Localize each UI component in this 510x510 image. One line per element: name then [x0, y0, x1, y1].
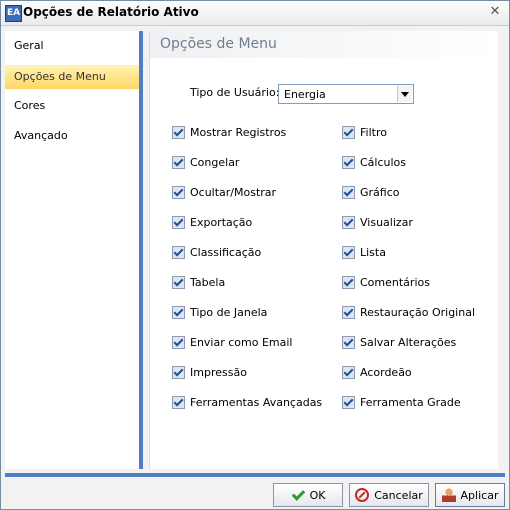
option-label: Visualizar: [360, 215, 413, 229]
sidebar-item-avancado[interactable]: Avançado: [5, 124, 139, 148]
option-calculos[interactable]: Cálculos: [342, 154, 406, 170]
checkbox[interactable]: [172, 335, 185, 349]
option-label: Lista: [360, 245, 386, 259]
no-entry-icon: [355, 488, 370, 502]
option-comentarios[interactable]: Comentários: [342, 274, 430, 290]
option-label: Salvar Alterações: [360, 335, 457, 349]
option-label: Congelar: [190, 155, 240, 169]
checkbox[interactable]: [342, 215, 355, 229]
option-label: Comentários: [360, 275, 430, 289]
option-restauracao-original[interactable]: Restauração Original: [342, 304, 475, 320]
apply-button-label: Aplicar: [460, 488, 499, 502]
option-label: Tipo de Janela: [190, 305, 268, 319]
option-visualizar[interactable]: Visualizar: [342, 214, 413, 230]
sidebar-item-cores[interactable]: Cores: [5, 94, 139, 118]
option-classificacao[interactable]: Classificação: [172, 244, 261, 260]
app-icon: EA: [5, 5, 22, 22]
apply-button[interactable]: Aplicar: [435, 483, 505, 507]
sidebar-item-geral[interactable]: Geral: [5, 34, 139, 58]
title-bar: EA Opções de Relatório Ativo ✕: [1, 1, 509, 26]
option-label: Tabela: [190, 275, 226, 289]
option-mostrar-registros[interactable]: Mostrar Registros: [172, 124, 286, 140]
option-filtro[interactable]: Filtro: [342, 124, 387, 140]
option-label: Classificação: [190, 245, 262, 259]
option-label: Ocultar/Mostrar: [190, 185, 277, 199]
sidebar: Geral Opções de Menu Cores Avançado: [5, 31, 143, 469]
option-lista[interactable]: Lista: [342, 244, 386, 260]
checkbox[interactable]: [342, 395, 355, 409]
option-label: Cálculos: [360, 155, 407, 169]
option-enviar-como-email[interactable]: Enviar como Email: [172, 334, 293, 350]
chevron-down-icon[interactable]: [397, 86, 412, 102]
main-panel: Opções de Menu Tipo de Usuário: Energia …: [149, 31, 498, 469]
sidebar-item-opcoes-de-menu[interactable]: Opções de Menu: [5, 65, 139, 89]
option-label: Gráfico: [360, 185, 400, 199]
option-label: Exportação: [190, 215, 253, 229]
checkbox[interactable]: [172, 245, 185, 259]
option-label: Restauração Original: [360, 305, 475, 319]
option-exportacao[interactable]: Exportação: [172, 214, 252, 230]
checkbox[interactable]: [342, 275, 355, 289]
option-congelar[interactable]: Congelar: [172, 154, 239, 170]
option-label: Ferramenta Grade: [360, 395, 461, 409]
option-acordeao[interactable]: Acordeão: [342, 364, 412, 380]
checkbox[interactable]: [342, 245, 355, 259]
checkbox[interactable]: [342, 365, 355, 379]
option-grafico[interactable]: Gráfico: [342, 184, 400, 200]
section-title: Opções de Menu: [150, 31, 498, 58]
checkbox[interactable]: [342, 155, 355, 169]
checkbox[interactable]: [342, 335, 355, 349]
checkbox[interactable]: [172, 305, 185, 319]
checkbox[interactable]: [342, 125, 355, 139]
option-label: Filtro: [360, 125, 387, 139]
option-salvar-alteracoes[interactable]: Salvar Alterações: [342, 334, 456, 350]
user-icon: [441, 488, 456, 502]
cancel-button[interactable]: Cancelar: [349, 483, 429, 507]
user-type-select[interactable]: Energia: [278, 84, 414, 104]
window-title: Opções de Relatório Ativo: [23, 5, 199, 19]
option-impressao[interactable]: Impressão: [172, 364, 247, 380]
user-type-value: Energia: [284, 88, 326, 101]
user-type-label: Tipo de Usuário:: [190, 86, 280, 99]
checkbox[interactable]: [172, 155, 185, 169]
checkbox[interactable]: [172, 125, 185, 139]
ok-button-label: OK: [309, 488, 326, 502]
option-tipo-de-janela[interactable]: Tipo de Janela: [172, 304, 267, 320]
option-label: Impressão: [190, 365, 247, 379]
option-ferramentas-avancadas[interactable]: Ferramentas Avançadas: [172, 394, 322, 410]
cancel-button-label: Cancelar: [374, 488, 423, 502]
checkbox[interactable]: [342, 185, 355, 199]
footer-divider: [5, 473, 505, 477]
checkbox[interactable]: [342, 305, 355, 319]
close-icon[interactable]: ✕: [487, 4, 503, 20]
dialog-window: EA Opções de Relatório Ativo ✕ Geral Opç…: [0, 0, 510, 510]
checkbox[interactable]: [172, 185, 185, 199]
option-label: Mostrar Registros: [190, 125, 287, 139]
checkbox[interactable]: [172, 275, 185, 289]
checkbox[interactable]: [172, 395, 185, 409]
option-label: Enviar como Email: [190, 335, 293, 349]
option-label: Ferramentas Avançadas: [190, 395, 323, 409]
check-icon: [291, 488, 305, 502]
checkbox[interactable]: [172, 215, 185, 229]
ok-button[interactable]: OK: [273, 483, 343, 507]
option-tabela[interactable]: Tabela: [172, 274, 225, 290]
option-label: Acordeão: [360, 365, 412, 379]
checkbox[interactable]: [172, 365, 185, 379]
option-ferramenta-grade[interactable]: Ferramenta Grade: [342, 394, 461, 410]
option-ocultar-mostrar[interactable]: Ocultar/Mostrar: [172, 184, 276, 200]
